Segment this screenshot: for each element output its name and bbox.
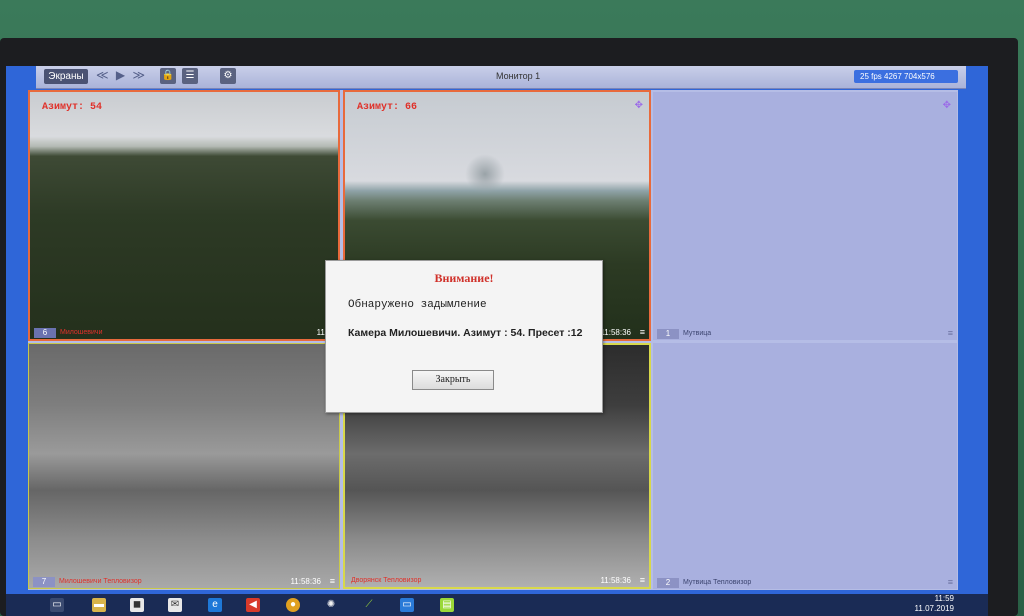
smoke-plume bbox=[465, 154, 505, 194]
camera-status-bar: 6 Милошевичи 11:58 bbox=[30, 327, 338, 339]
ptz-icon[interactable]: ✥ bbox=[635, 100, 643, 111]
leaf-icon[interactable]: ⟋ bbox=[362, 598, 376, 612]
menu-icon[interactable]: ≡ bbox=[948, 578, 953, 587]
taskbar: ▭ ▬ ◼ ✉ e ◀ ● ✺ ⟋ ▭ ▤ 11:59 11.07.2019 bbox=[6, 594, 988, 616]
top-toolbar: Экраны ≪ ▶ ≫ 🔒 ☰ ⚙ Монитор 1 25 fps 4267… bbox=[36, 66, 966, 89]
task-view-icon[interactable]: ▭ bbox=[50, 598, 64, 612]
folder-icon[interactable]: ▬ bbox=[92, 598, 106, 612]
camera-name: Милошевичи Тепловизор bbox=[59, 578, 142, 585]
lock-icon[interactable]: 🔒 bbox=[160, 68, 176, 84]
azimuth-label: Азимут: 66 bbox=[357, 102, 418, 113]
camera-view-3[interactable]: ✥ 1 Мутвица ≡ bbox=[653, 92, 957, 340]
app-icon[interactable]: ◀ bbox=[246, 598, 260, 612]
close-button[interactable]: Закрыть bbox=[412, 370, 494, 390]
camera-status-bar: 7 Милошевичи Тепловизор 11:58:36 ≡ bbox=[29, 576, 339, 588]
menu-icon[interactable]: ≡ bbox=[640, 576, 645, 585]
camera-name: Мутвица Тепловизор bbox=[683, 579, 752, 586]
store-icon[interactable]: ◼ bbox=[130, 598, 144, 612]
camera-time: 11:58:36 bbox=[600, 576, 631, 585]
camera-status-bar: 1 Мутвица ≡ bbox=[653, 328, 957, 340]
video-feed bbox=[30, 92, 338, 339]
monitor-title: Монитор 1 bbox=[496, 71, 541, 81]
camera-status-bar: 2 Мутвица Тепловизор ≡ bbox=[653, 577, 957, 589]
clock-date: 11.07.2019 bbox=[914, 604, 954, 613]
thermal-feed bbox=[29, 344, 339, 588]
menu-icon[interactable]: ≡ bbox=[948, 329, 953, 338]
camera-number: 1 bbox=[657, 329, 679, 339]
camera-time: 11:58:36 bbox=[600, 328, 631, 337]
dialog-title: Внимание! bbox=[434, 271, 494, 285]
camera-number: 6 bbox=[34, 328, 56, 338]
camera-status-bar: Дворянск Тепловизор 11:58:36 ≡ bbox=[345, 575, 649, 587]
monitor-icon[interactable]: ▭ bbox=[400, 598, 414, 612]
mail-icon[interactable]: ✉ bbox=[168, 598, 182, 612]
monitor-screen: Экраны ≪ ▶ ≫ 🔒 ☰ ⚙ Монитор 1 25 fps 4267… bbox=[6, 66, 988, 616]
chrome-icon[interactable]: ● bbox=[286, 598, 300, 612]
list-icon[interactable]: ☰ bbox=[182, 68, 198, 84]
stream-stats: 25 fps 4267 704x576 bbox=[854, 70, 958, 83]
nav-controls[interactable]: ≪ ▶ ≫ bbox=[96, 68, 147, 82]
sun-icon[interactable]: ✺ bbox=[324, 598, 338, 612]
camera-number: 7 bbox=[33, 577, 55, 587]
camera-name: Дворянск Тепловизор bbox=[351, 577, 422, 584]
screens-button[interactable]: Экраны bbox=[44, 69, 88, 84]
notes-icon[interactable]: ▤ bbox=[440, 598, 454, 612]
ptz-icon[interactable]: ✥ bbox=[943, 100, 951, 111]
system-clock: 11:59 11.07.2019 bbox=[915, 594, 954, 614]
camera-grid: Азимут: 54 6 Милошевичи 11:58 Азимут: 66… bbox=[28, 90, 958, 590]
clock-time: 11:59 bbox=[934, 594, 954, 603]
camera-name: Мутвица bbox=[683, 330, 712, 337]
menu-icon[interactable]: ≡ bbox=[640, 328, 645, 337]
edge-icon[interactable]: e bbox=[208, 598, 222, 612]
camera-view-6[interactable]: 2 Мутвица Тепловизор ≡ bbox=[653, 343, 957, 589]
menu-icon[interactable]: ≡ bbox=[330, 577, 335, 586]
network-icon[interactable]: ⚙ bbox=[220, 68, 236, 84]
camera-name: Милошевичи bbox=[60, 329, 103, 336]
dialog-message: Обнаружено задымление bbox=[348, 299, 487, 311]
camera-number: 2 bbox=[657, 578, 679, 588]
azimuth-label: Азимут: 54 bbox=[42, 102, 103, 113]
camera-view-4[interactable]: 7 Милошевичи Тепловизор 11:58:36 ≡ bbox=[28, 343, 340, 589]
camera-view-1[interactable]: Азимут: 54 6 Милошевичи 11:58 bbox=[28, 90, 340, 341]
alert-dialog: Внимание! Обнаружено задымление Камера М… bbox=[325, 260, 603, 413]
camera-time: 11:58:36 bbox=[290, 577, 321, 586]
dialog-detail: Камера Милошевичи. Азимут : 54. Пресет :… bbox=[348, 327, 583, 339]
